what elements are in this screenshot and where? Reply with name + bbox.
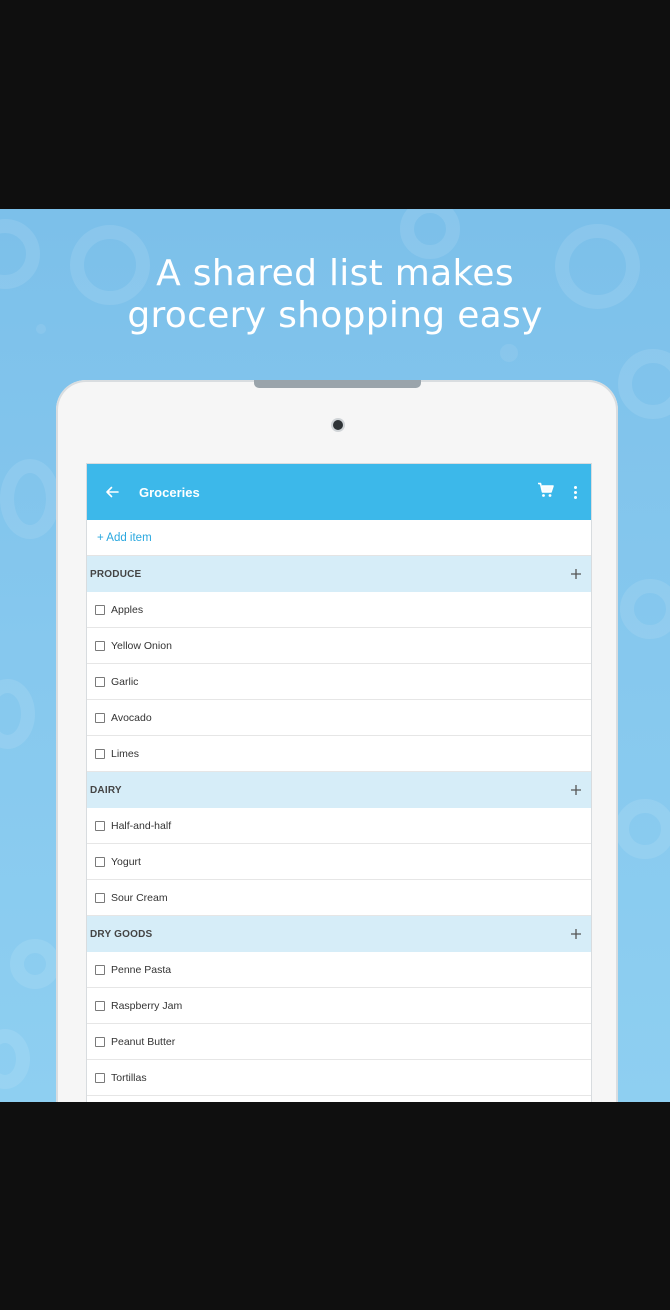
section-name: DRY GOODS [90,928,153,940]
section-header: DRY GOODS [87,916,591,952]
more-vert-icon[interactable] [571,482,579,502]
item-label: Penne Pasta [111,963,172,976]
item-checkbox[interactable] [95,892,105,903]
list-item[interactable]: Avocado [87,700,591,736]
list-item[interactable]: Sour Cream [87,880,591,916]
item-checkbox[interactable] [95,604,105,615]
bg-bubble [618,349,670,419]
bg-bubble [0,459,60,539]
item-label: Yogurt [111,855,141,868]
list-item[interactable]: Tortillas [87,1060,591,1096]
item-checkbox[interactable] [95,856,105,867]
bg-bubble [500,344,518,362]
item-label: Peanut Butter [111,1035,176,1048]
section-header: PRODUCE [87,556,591,592]
item-checkbox[interactable] [95,748,105,759]
item-label: Yellow Onion [111,639,172,652]
list-item[interactable]: Peanut Butter [87,1024,591,1060]
tablet-frame: Groceries + Add item PRODUCE Apples Yellow… [56,380,618,1102]
item-checkbox[interactable] [95,1036,105,1047]
list-item[interactable]: Raspberry Jam [87,988,591,1024]
list-title: Groceries [139,484,200,500]
promo-banner: A shared list makes grocery shopping eas… [0,209,670,1102]
bg-bubble [0,1029,30,1089]
item-label: Avocado [111,711,152,724]
list-item[interactable]: Half-and-half [87,808,591,844]
arrow-left-icon[interactable] [103,483,121,501]
section-header: DAIRY [87,772,591,808]
list-item[interactable]: Garlic [87,664,591,700]
plus-icon[interactable] [570,783,582,795]
list-item[interactable]: Yogurt [87,844,591,880]
bg-bubble [10,939,60,989]
app-bar: Groceries [87,464,591,520]
grocery-list: PRODUCE Apples Yellow Onion Garlic Avocado Li… [87,556,591,1096]
list-item[interactable]: Apples [87,592,591,628]
item-label: Limes [111,747,140,760]
plus-icon[interactable] [570,567,582,579]
item-checkbox[interactable] [95,712,105,723]
bg-bubble [620,579,670,639]
item-checkbox[interactable] [95,640,105,651]
section-name: DAIRY [90,784,122,796]
tablet-screen: Groceries + Add item PRODUCE Apples Yellow… [86,463,592,1102]
add-item-row[interactable]: + Add item [87,520,591,556]
list-item[interactable]: Yellow Onion [87,628,591,664]
plus-icon[interactable] [570,927,582,939]
cart-icon[interactable] [537,482,557,502]
bg-bubble [0,679,35,749]
bg-bubble [615,799,670,859]
add-item-link[interactable]: + Add item [97,532,152,544]
headline-line-1: A shared list makes [156,253,514,294]
list-item[interactable]: Penne Pasta [87,952,591,988]
bg-bubble [400,209,460,259]
tablet-camera [333,420,343,430]
item-checkbox[interactable] [95,964,105,975]
tablet-power-button [254,380,421,388]
section-name: PRODUCE [90,568,142,580]
item-label: Raspberry Jam [111,999,183,1012]
item-checkbox[interactable] [95,1072,105,1083]
item-label: Tortillas [111,1071,147,1084]
item-checkbox[interactable] [95,1000,105,1011]
list-item[interactable]: Limes [87,736,591,772]
promo-headline: A shared list makes grocery shopping eas… [0,253,670,337]
item-label: Apples [111,603,144,616]
item-checkbox[interactable] [95,676,105,687]
item-label: Garlic [111,675,139,688]
item-checkbox[interactable] [95,820,105,831]
headline-line-2: grocery shopping easy [127,295,543,336]
item-label: Half-and-half [111,819,172,832]
item-label: Sour Cream [111,891,168,904]
